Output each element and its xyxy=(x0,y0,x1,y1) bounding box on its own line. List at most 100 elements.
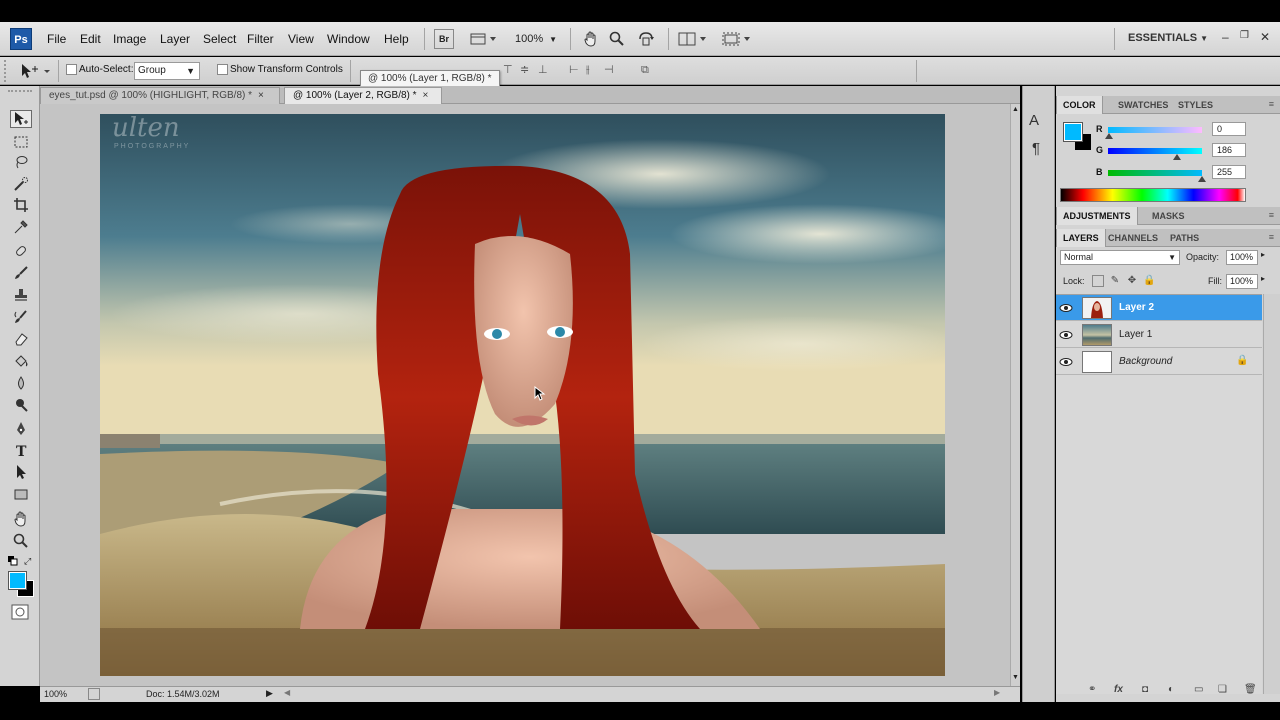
menu-window[interactable]: Window xyxy=(327,32,370,46)
menu-filter[interactable]: Filter xyxy=(247,32,274,46)
status-menu-arrow-icon[interactable]: ▶ xyxy=(266,688,273,699)
menu-help[interactable]: Help xyxy=(384,32,409,46)
new-group-icon[interactable]: ▭ xyxy=(1194,684,1203,695)
shape-tool-icon[interactable] xyxy=(10,485,32,503)
tab-color[interactable]: COLOR xyxy=(1056,96,1103,114)
blur-tool-icon[interactable] xyxy=(10,374,32,392)
r-value-field[interactable]: 0 xyxy=(1212,122,1246,136)
layer-row-layer-2[interactable]: Layer 2 xyxy=(1056,295,1262,321)
scroll-up-icon[interactable]: ▲ xyxy=(1012,106,1019,113)
auto-select-checkbox[interactable] xyxy=(66,64,77,75)
close-icon[interactable]: ✕ xyxy=(1260,30,1270,44)
layer-style-icon[interactable]: fx xyxy=(1114,684,1123,695)
tab-paths[interactable]: PATHS xyxy=(1164,229,1205,247)
zoom-level-select[interactable]: 100% ▼ xyxy=(510,29,562,49)
visibility-eye-icon[interactable] xyxy=(1058,354,1074,370)
canvas-vertical-scrollbar[interactable]: ▲ ▼ xyxy=(1010,104,1020,686)
lasso-tool-icon[interactable] xyxy=(10,153,32,171)
default-colors-icon[interactable] xyxy=(8,556,18,566)
color-panel-foreground[interactable] xyxy=(1063,122,1083,142)
menu-file[interactable]: File xyxy=(47,32,66,46)
tab-channels[interactable]: CHANNELS xyxy=(1102,229,1164,247)
layer-name[interactable]: Layer 2 xyxy=(1119,302,1154,313)
view-extras-icon[interactable] xyxy=(468,29,500,49)
lock-all-icon[interactable]: 🔒 xyxy=(1143,275,1155,287)
clone-stamp-tool-icon[interactable] xyxy=(10,286,32,304)
tab-styles[interactable]: STYLES xyxy=(1172,96,1219,114)
status-preview-icon[interactable] xyxy=(88,688,100,700)
align-middle-icon[interactable]: ≑ xyxy=(520,64,534,76)
tool-preset-picker[interactable] xyxy=(18,61,54,81)
tab-swatches[interactable]: SWATCHES xyxy=(1112,96,1174,114)
g-value-field[interactable]: 186 xyxy=(1212,143,1246,157)
lock-transparent-pixels-icon[interactable] xyxy=(1092,275,1104,287)
layer-row-background[interactable]: Background 🔒 xyxy=(1056,349,1262,375)
layer-name[interactable]: Layer 1 xyxy=(1119,329,1152,340)
panel-menu-icon[interactable]: ≡ xyxy=(1269,232,1274,242)
rotate-view-icon[interactable] xyxy=(634,29,658,49)
tab-masks[interactable]: MASKS xyxy=(1146,207,1191,225)
minimize-icon[interactable]: – xyxy=(1222,30,1229,44)
lock-image-pixels-icon[interactable]: ✎ xyxy=(1109,275,1121,287)
workspace-switcher[interactable]: ESSENTIALS ▼ xyxy=(1128,32,1208,44)
character-panel-icon[interactable]: A xyxy=(1029,112,1049,132)
scroll-right-icon[interactable]: ▶ xyxy=(994,688,1000,697)
layers-scrollbar[interactable] xyxy=(1263,294,1280,694)
tab-layers[interactable]: LAYERS xyxy=(1056,229,1106,247)
align-right-icon[interactable]: ⊣ xyxy=(604,64,618,76)
dodge-tool-icon[interactable] xyxy=(10,396,32,414)
history-brush-tool-icon[interactable] xyxy=(10,308,32,326)
foreground-color-swatch[interactable] xyxy=(8,571,27,590)
link-layers-icon[interactable]: ⚭ xyxy=(1088,684,1096,695)
menu-layer[interactable]: Layer xyxy=(160,32,190,46)
menu-view[interactable]: View xyxy=(288,32,314,46)
menu-select[interactable]: Select xyxy=(203,32,236,46)
auto-align-icon[interactable]: ⧉ xyxy=(641,64,655,76)
tab-adjustments[interactable]: ADJUSTMENTS xyxy=(1056,207,1138,225)
panel-menu-icon[interactable]: ≡ xyxy=(1269,99,1274,109)
bridge-icon[interactable]: Br xyxy=(434,29,454,49)
r-slider-track[interactable] xyxy=(1108,127,1202,133)
screen-mode-icon[interactable] xyxy=(720,29,754,49)
path-selection-tool-icon[interactable] xyxy=(10,463,32,481)
zoom-tool-icon[interactable] xyxy=(608,29,626,49)
document-canvas[interactable]: ulten PHOTOGRAPHY xyxy=(100,114,945,676)
fill-slider-arrow-icon[interactable]: ▸ xyxy=(1261,274,1265,283)
b-slider-track[interactable] xyxy=(1108,170,1202,176)
b-slider-thumb[interactable] xyxy=(1198,176,1206,182)
hand-tool-icon[interactable] xyxy=(10,510,32,528)
restore-icon[interactable]: ❐ xyxy=(1240,30,1249,41)
brush-tool-icon[interactable] xyxy=(10,264,32,282)
visibility-eye-icon[interactable] xyxy=(1058,300,1074,316)
show-transform-checkbox[interactable] xyxy=(217,64,228,75)
fill-field[interactable]: 100% xyxy=(1226,274,1258,289)
type-tool-icon[interactable]: T xyxy=(10,441,32,459)
arrange-documents-icon[interactable] xyxy=(676,29,710,49)
swap-colors-icon[interactable]: ⤢ xyxy=(24,556,34,566)
pen-tool-icon[interactable] xyxy=(10,420,32,438)
align-bottom-icon[interactable]: ⊥ xyxy=(538,64,552,76)
layer-name[interactable]: Background xyxy=(1119,356,1172,367)
menu-edit[interactable]: Edit xyxy=(80,32,101,46)
zoom-tool-icon[interactable] xyxy=(10,532,32,550)
b-value-field[interactable]: 255 xyxy=(1212,165,1246,179)
status-zoom[interactable]: 100% xyxy=(44,689,67,699)
move-tool-icon[interactable] xyxy=(10,110,32,128)
lock-position-icon[interactable]: ✥ xyxy=(1126,275,1138,287)
color-spectrum-ramp[interactable] xyxy=(1060,188,1246,202)
healing-brush-tool-icon[interactable] xyxy=(10,242,32,260)
hand-tool-icon[interactable] xyxy=(582,29,600,49)
align-center-icon[interactable]: ⫲ xyxy=(586,64,600,76)
new-layer-icon[interactable]: ❏ xyxy=(1218,684,1227,695)
delete-layer-icon[interactable]: 🗑 xyxy=(1244,684,1257,695)
g-slider-track[interactable] xyxy=(1108,148,1202,154)
blend-mode-select[interactable]: Normal ▼ xyxy=(1060,250,1180,265)
scroll-down-icon[interactable]: ▼ xyxy=(1012,674,1019,681)
menu-image[interactable]: Image xyxy=(113,32,146,46)
add-mask-icon[interactable]: ◘ xyxy=(1142,684,1148,695)
marquee-tool-icon[interactable] xyxy=(10,133,32,151)
scroll-left-icon[interactable]: ◀ xyxy=(284,688,290,697)
paragraph-panel-icon[interactable]: ¶ xyxy=(1032,140,1052,160)
align-left-icon[interactable]: ⊢ xyxy=(569,64,583,76)
layer-row-layer-1[interactable]: Layer 1 xyxy=(1056,322,1262,348)
